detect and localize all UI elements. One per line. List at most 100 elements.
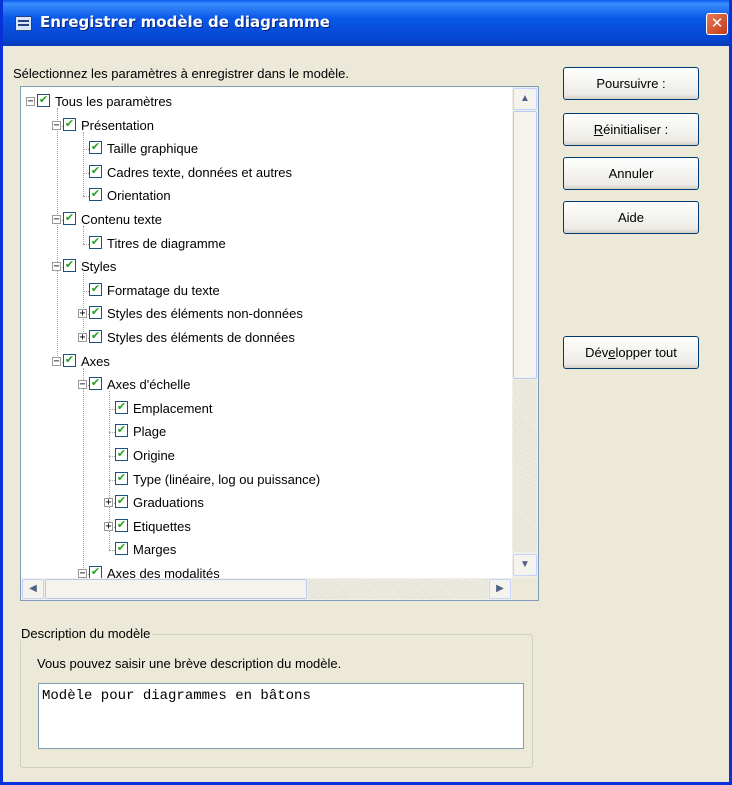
tree-item-label: Orientation <box>107 188 171 204</box>
tree-item[interactable]: ✔ Taille graphique <box>21 138 511 161</box>
tree-item-label: Marges <box>133 542 177 558</box>
tree-item[interactable]: − ✔ Contenu texte <box>21 209 511 232</box>
dialog-window: Enregistrer modèle de diagramme ✕ Sélect… <box>0 0 732 785</box>
tree-item[interactable]: + ✔ Styles des éléments de données <box>21 327 511 350</box>
continue-button[interactable]: Poursuivre : <box>563 67 699 100</box>
tree-item[interactable]: ✔ Titres de diagramme <box>21 233 511 256</box>
reset-label: éinitialiser : <box>603 122 669 137</box>
tree-item[interactable]: + ✔ Graduations <box>21 492 511 515</box>
reset-mnemonic: R <box>593 122 604 137</box>
description-field[interactable]: Modèle pour diagrammes en bâtons <box>38 683 524 749</box>
checkbox-icon[interactable]: ✔ <box>63 212 76 225</box>
tree-item[interactable]: − ✔ Présentation <box>21 115 511 138</box>
tree-item[interactable]: ✔ Cadres texte, données et autres <box>21 162 511 185</box>
checkbox-icon[interactable]: ✔ <box>115 495 128 509</box>
expand-toggle-icon[interactable]: + <box>104 521 113 531</box>
app-icon <box>15 16 32 31</box>
vertical-scroll-thumb[interactable] <box>513 111 537 379</box>
tree-item[interactable]: ✔ Marges <box>21 539 511 562</box>
tree-item-label: Styles des éléments non-données <box>107 306 303 322</box>
tree-item-label: Emplacement <box>133 400 213 416</box>
expand-toggle-icon[interactable]: + <box>78 309 87 319</box>
tree-item-label: Graduations <box>133 495 204 511</box>
checkbox-icon[interactable]: ✔ <box>115 542 128 556</box>
expand-all-label-end: lopper tout <box>615 345 677 360</box>
tree-item-label: Contenu texte <box>81 212 162 227</box>
checkbox-icon[interactable]: ✔ <box>115 424 128 438</box>
checkbox-icon[interactable]: ✔ <box>89 330 102 343</box>
checkbox-icon[interactable]: ✔ <box>37 94 50 107</box>
tree-viewport: − ✔ Tous les paramètres − ✔ Présentation ✔ Tail… <box>21 87 512 578</box>
description-hint: Vous pouvez saisir une brève description… <box>37 656 342 671</box>
tree-item-label: Styles des éléments de données <box>107 330 295 345</box>
checkbox-icon[interactable]: ✔ <box>115 471 128 485</box>
collapse-toggle-icon[interactable]: − <box>26 97 35 107</box>
collapse-toggle-icon[interactable]: − <box>52 215 61 225</box>
help-button[interactable]: Aide <box>563 201 699 234</box>
expand-all-label-start: Dév <box>585 345 609 360</box>
checkbox-icon[interactable]: ✔ <box>89 188 102 202</box>
tree-item-label: Styles <box>81 259 117 275</box>
expand-toggle-icon[interactable]: + <box>78 333 87 343</box>
checkbox-icon[interactable]: ✔ <box>89 141 102 155</box>
tree-item-label: Origine <box>133 448 175 463</box>
collapse-toggle-icon[interactable]: − <box>52 120 61 130</box>
horizontal-scroll-thumb[interactable] <box>45 579 307 599</box>
cancel-button[interactable]: Annuler <box>563 157 699 190</box>
checkbox-icon[interactable]: ✔ <box>89 282 102 296</box>
tree-item-label: Tous les paramètres <box>55 94 173 109</box>
tree-item[interactable]: ✔ Plage <box>21 421 511 444</box>
horizontal-scroll-track[interactable] <box>308 579 488 599</box>
tree-item[interactable]: − ✔ Styles <box>21 256 511 279</box>
tree-item[interactable]: − ✔ Axes des modalités <box>21 563 511 578</box>
collapse-toggle-icon[interactable]: − <box>78 569 87 578</box>
checkbox-icon[interactable]: ✔ <box>89 164 102 178</box>
checkbox-icon[interactable]: ✔ <box>89 377 102 391</box>
checkbox-icon[interactable]: ✔ <box>63 117 76 131</box>
checkbox-icon[interactable]: ✔ <box>89 566 102 578</box>
tree-item-label: Etiquettes <box>133 518 191 534</box>
scroll-left-button[interactable]: ◀ <box>22 579 44 599</box>
tree-item[interactable]: − ✔ Axes d'échelle <box>21 374 511 397</box>
tree-item[interactable]: ✔ Origine <box>21 445 511 468</box>
checkbox-icon[interactable]: ✔ <box>89 306 102 320</box>
window-title: Enregistrer modèle de diagramme <box>40 13 330 31</box>
tree-item-label: Formatage du texte <box>107 282 220 298</box>
tree-item[interactable]: ✔ Formatage du texte <box>21 280 511 303</box>
checkbox-icon[interactable]: ✔ <box>63 259 76 273</box>
tree-item[interactable]: − ✔ Tous les paramètres <box>21 91 511 114</box>
instruction-text: Sélectionnez les paramètres à enregistre… <box>13 66 350 81</box>
tree-item-label: Axes <box>81 353 110 369</box>
title-bar[interactable]: Enregistrer modèle de diagramme ✕ <box>3 0 729 46</box>
scroll-up-button[interactable]: ▲ <box>513 88 537 110</box>
tree-item-label: Plage <box>133 424 167 440</box>
settings-tree[interactable]: − ✔ Tous les paramètres − ✔ Présentation ✔ Tail… <box>20 86 539 601</box>
description-legend: Description du modèle <box>19 626 153 641</box>
vertical-scroll-track[interactable] <box>513 380 537 552</box>
checkbox-icon[interactable]: ✔ <box>89 235 102 249</box>
tree-item[interactable]: ✔ Orientation <box>21 185 511 208</box>
tree-item[interactable]: ✔ Type (linéaire, log ou puissance) <box>21 469 511 492</box>
checkbox-icon[interactable]: ✔ <box>115 518 128 532</box>
close-button[interactable]: ✕ <box>706 13 728 35</box>
expand-toggle-icon[interactable]: + <box>104 498 113 508</box>
expand-all-button[interactable]: Développer tout <box>563 336 699 369</box>
scroll-right-button[interactable]: ▶ <box>489 579 511 599</box>
tree-item[interactable]: − ✔ Axes <box>21 351 511 374</box>
collapse-toggle-icon[interactable]: − <box>78 380 87 390</box>
checkbox-icon[interactable]: ✔ <box>115 448 128 461</box>
horizontal-scrollbar[interactable]: ◀ ▶ <box>21 578 512 600</box>
collapse-toggle-icon[interactable]: − <box>52 356 61 366</box>
scrollbar-corner <box>512 578 538 600</box>
vertical-scrollbar[interactable]: ▲ ▼ <box>512 87 538 578</box>
collapse-toggle-icon[interactable]: − <box>52 262 61 272</box>
tree-item-label: Type (linéaire, log ou puissance) <box>133 471 321 487</box>
checkbox-icon[interactable]: ✔ <box>63 353 76 367</box>
scroll-down-button[interactable]: ▼ <box>513 554 537 576</box>
tree-item[interactable]: ✔ Emplacement <box>21 398 511 421</box>
tree-item[interactable]: + ✔ Etiquettes <box>21 516 511 539</box>
checkbox-icon[interactable]: ✔ <box>115 400 128 414</box>
reset-button[interactable]: Réinitialiser : <box>563 113 699 146</box>
tree-item-label: Taille graphique <box>107 141 199 157</box>
tree-item[interactable]: + ✔ Styles des éléments non-données <box>21 303 511 326</box>
